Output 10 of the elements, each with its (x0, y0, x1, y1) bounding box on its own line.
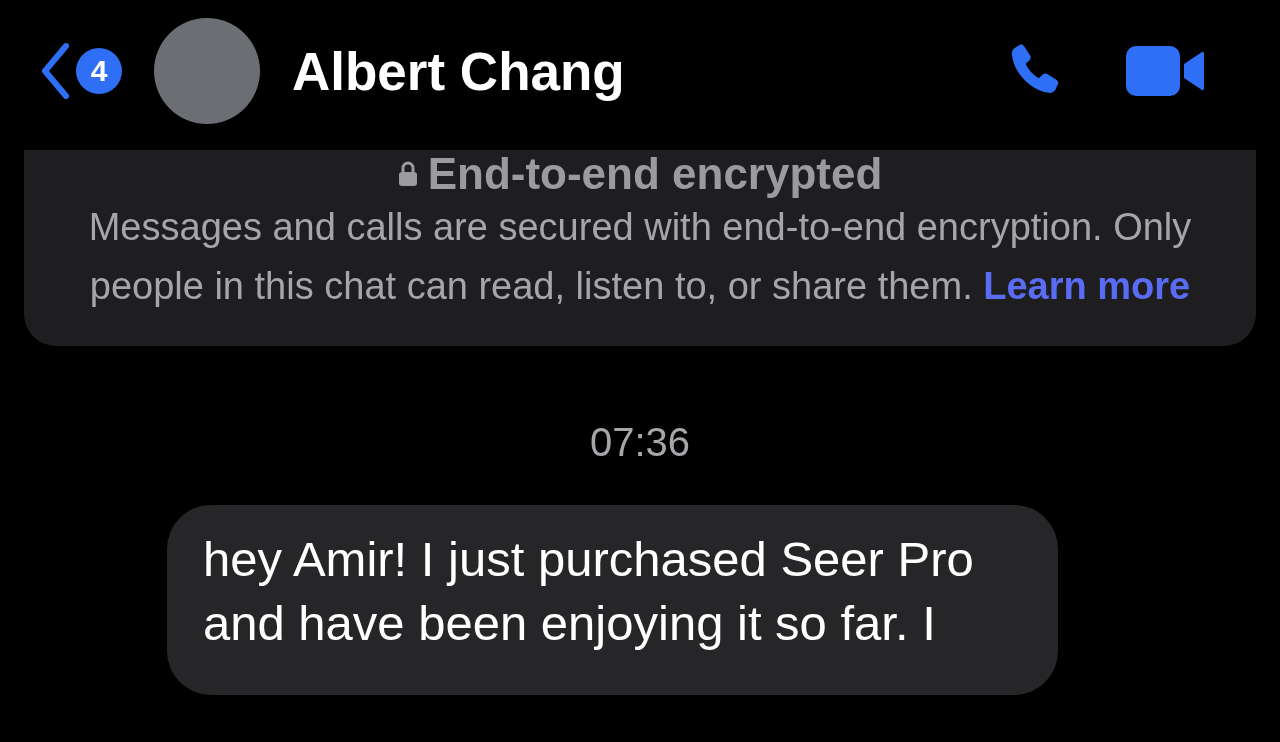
contact-name[interactable]: Albert Chang (292, 40, 625, 102)
video-camera-icon[interactable] (1126, 46, 1204, 96)
back-chevron-icon[interactable] (40, 43, 70, 99)
message-bubble: hey Amir! I just purchased Seer Pro and have been enjoying it so far. I (167, 505, 1058, 695)
timestamp: 07:36 (589, 420, 691, 464)
unread-count-badge: 4 (76, 48, 122, 94)
lock-icon (397, 161, 418, 187)
learn-more-link[interactable]: Learn more (983, 265, 1191, 307)
notice-title: End-to-end encrypted (427, 149, 883, 199)
notice-text: Messages and calls are secured with end-to-end encryption. Only people in this chat can read, listen to, or share them. Learn more (87, 205, 1193, 309)
